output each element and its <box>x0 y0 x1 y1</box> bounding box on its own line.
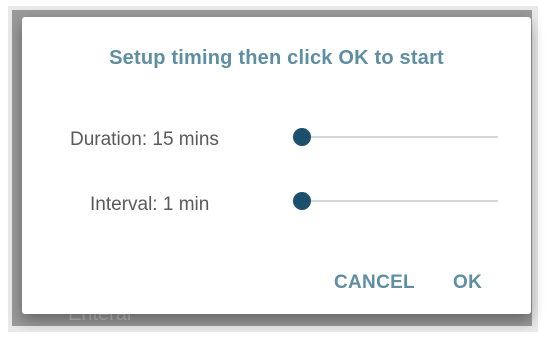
interval-slider-thumb[interactable] <box>293 192 311 210</box>
interval-slider[interactable] <box>293 191 498 211</box>
interval-label: Interval: 1 min <box>90 194 210 215</box>
duration-slider[interactable] <box>293 127 498 147</box>
interval-slider-track[interactable] <box>293 200 498 202</box>
duration-slider-track[interactable] <box>293 136 498 138</box>
screenshot-frame: Enteral Setup timing then click OK to st… <box>0 0 547 338</box>
duration-label: Duration: 15 mins <box>70 129 219 150</box>
dialog-title: Setup timing then click OK to start <box>109 47 444 69</box>
ok-button[interactable]: OK <box>453 272 482 294</box>
duration-slider-thumb[interactable] <box>293 128 311 146</box>
timing-dialog: Setup timing then click OK to start Dura… <box>22 17 531 314</box>
cancel-button[interactable]: CANCEL <box>334 272 415 294</box>
